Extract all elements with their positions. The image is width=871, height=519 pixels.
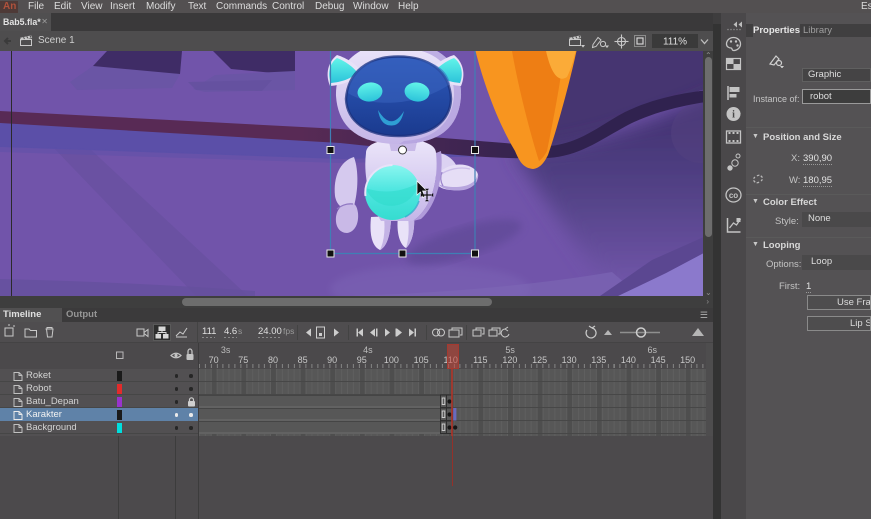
svg-text:fps: fps — [283, 326, 294, 336]
svg-text:s: s — [238, 326, 242, 336]
svg-text:111: 111 — [202, 326, 216, 337]
svg-text:24.00: 24.00 — [258, 326, 282, 337]
svg-text:co: co — [729, 191, 738, 200]
svg-text:111%: 111% — [663, 37, 687, 48]
svg-text:4.6: 4.6 — [224, 326, 237, 337]
svg-text:i: i — [732, 110, 735, 121]
